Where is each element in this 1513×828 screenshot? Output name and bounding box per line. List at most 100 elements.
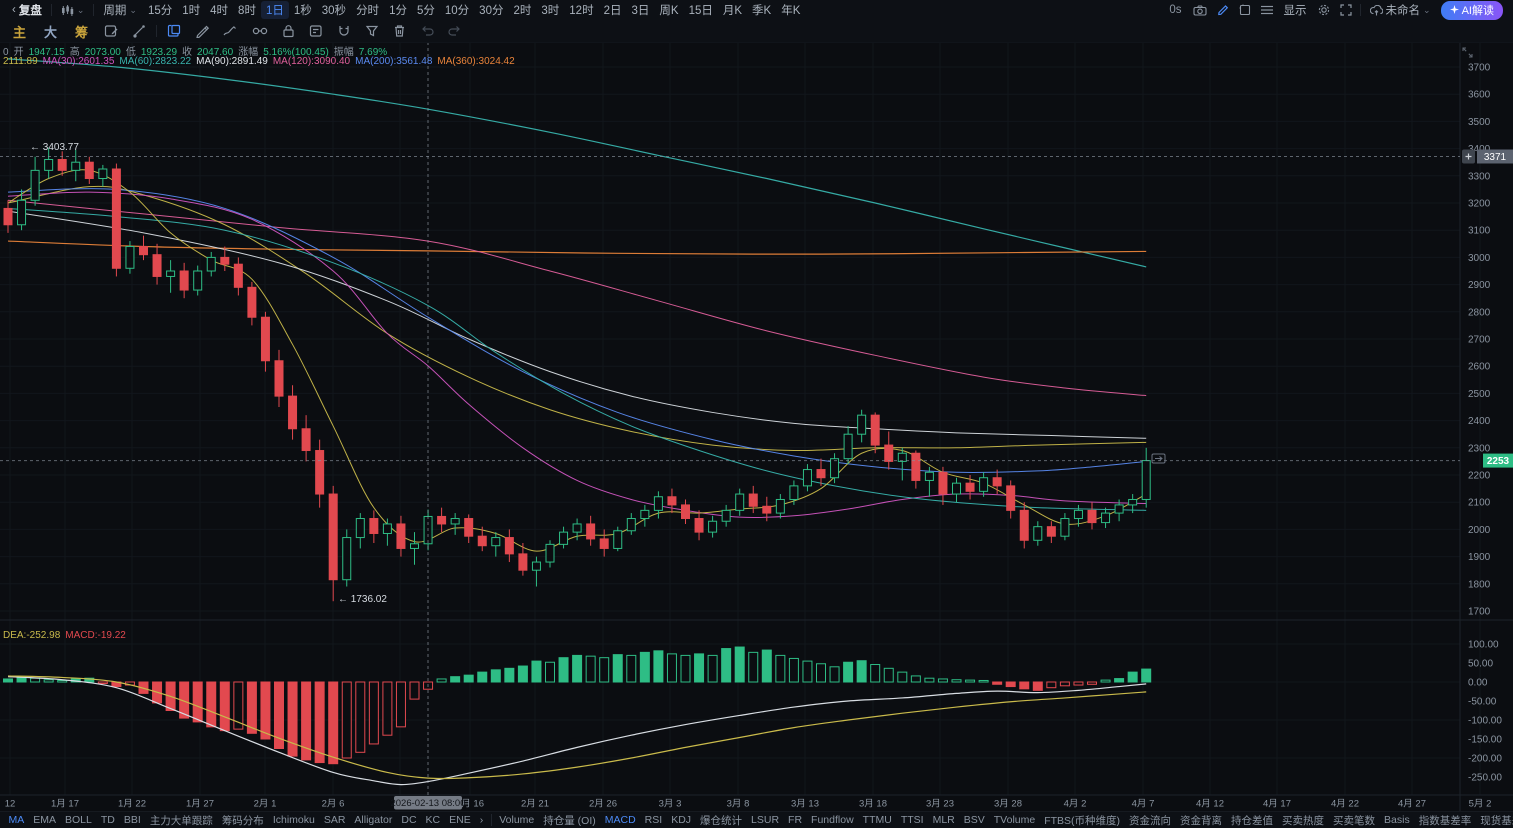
- select-tool-icon[interactable]: [160, 24, 188, 38]
- svg-text:4月 7: 4月 7: [1132, 799, 1155, 810]
- tab-现货基差率[interactable]: 现货基差率: [1476, 813, 1513, 828]
- tab-SAR[interactable]: SAR: [319, 814, 350, 826]
- tab-Fundflow[interactable]: Fundflow: [807, 814, 859, 826]
- pen-wave-icon[interactable]: [216, 24, 245, 38]
- chips-button[interactable]: 筹: [66, 22, 97, 41]
- tab-TTSI[interactable]: TTSI: [896, 814, 928, 826]
- timeframe-12时[interactable]: 12时: [564, 1, 598, 19]
- redo-icon[interactable]: [441, 25, 469, 37]
- timeframe-2日[interactable]: 2日: [599, 1, 627, 19]
- undo-icon[interactable]: [413, 25, 441, 37]
- tab-MACD[interactable]: MACD: [600, 814, 640, 826]
- compare-window-icon[interactable]: [1234, 4, 1256, 16]
- tab-Alligator[interactable]: Alligator: [350, 814, 397, 826]
- tab-EMA[interactable]: EMA: [29, 814, 61, 826]
- magnet-icon[interactable]: [330, 24, 358, 38]
- tab-TVolume[interactable]: TVolume: [989, 814, 1039, 826]
- tab-BOLL[interactable]: BOLL: [61, 814, 97, 826]
- timeframe-2时[interactable]: 2时: [508, 1, 536, 19]
- tab-资金背离[interactable]: 资金背离: [1176, 813, 1227, 828]
- timeframe-季K[interactable]: 季K: [747, 1, 776, 19]
- timeframe-8时[interactable]: 8时: [233, 1, 261, 19]
- tab-Volume[interactable]: Volume: [495, 814, 539, 826]
- tab-买卖笔数[interactable]: 买卖笔数: [1329, 813, 1380, 828]
- replay-speed[interactable]: 0s: [1163, 4, 1187, 16]
- tab-TD[interactable]: TD: [96, 814, 119, 826]
- note-edit-icon[interactable]: [302, 24, 330, 38]
- measure-icon[interactable]: [245, 24, 275, 38]
- back-chevron-icon: ‹: [12, 4, 16, 16]
- brush-icon[interactable]: [125, 24, 153, 38]
- indicator-tabbar: MA EMA BOLL TD BBI 主力大单跟踪 筹码分布 Ichimoku SAR Allig…: [0, 811, 1513, 828]
- timeframe-1秒[interactable]: 1秒: [289, 1, 317, 19]
- tab-资金流向[interactable]: 资金流向: [1125, 813, 1176, 828]
- tab-持仓差值[interactable]: 持仓差值: [1227, 813, 1278, 828]
- tab-MA[interactable]: MA: [4, 814, 29, 826]
- timeframe-分时[interactable]: 分时: [351, 1, 384, 19]
- tab-持仓量 (OI)[interactable]: 持仓量 (OI): [539, 813, 601, 828]
- list-settings-icon[interactable]: [1256, 5, 1278, 15]
- tab-RSI[interactable]: RSI: [640, 814, 667, 826]
- tab-买卖热度[interactable]: 买卖热度: [1278, 813, 1329, 828]
- tab-指数基差率[interactable]: 指数基差率: [1414, 813, 1476, 828]
- gear-icon[interactable]: [1313, 4, 1335, 16]
- tab-ENE[interactable]: ENE: [445, 814, 476, 826]
- tab-LSUR[interactable]: LSUR: [747, 814, 784, 826]
- timeframe-15日[interactable]: 15日: [684, 1, 718, 19]
- trash-icon[interactable]: [386, 24, 413, 38]
- big-chart-button[interactable]: 大: [35, 22, 66, 41]
- tab-FR[interactable]: FR: [784, 814, 807, 826]
- tab-Basis[interactable]: Basis: [1380, 814, 1415, 826]
- tab-TTMU[interactable]: TTMU: [858, 814, 896, 826]
- lock-icon[interactable]: [275, 24, 302, 38]
- timeframe-30分[interactable]: 30分: [474, 1, 508, 19]
- back-button[interactable]: ‹ 复盘: [6, 2, 48, 18]
- timeframe-1日[interactable]: 1日: [260, 1, 289, 19]
- svg-text:1月 22: 1月 22: [118, 799, 146, 810]
- tab-筹码分布[interactable]: 筹码分布: [217, 813, 268, 828]
- svg-text:2253: 2253: [1487, 456, 1510, 467]
- display-menu[interactable]: 显示: [1278, 2, 1313, 18]
- fullscreen-icon[interactable]: [1335, 4, 1357, 16]
- tab-BSV[interactable]: BSV: [959, 814, 989, 826]
- layout-name-menu[interactable]: 未命名 ⌄: [1364, 2, 1437, 18]
- timeframe-5分[interactable]: 5分: [412, 1, 440, 19]
- kline-edit-icon[interactable]: [97, 24, 125, 38]
- timeframe-3时[interactable]: 3时: [536, 1, 564, 19]
- tab-FTBS(币种维度)[interactable]: FTBS(币种维度): [1040, 813, 1125, 828]
- tab-爆仓统计[interactable]: 爆仓统计: [696, 813, 747, 828]
- svg-text:2400: 2400: [1468, 416, 1491, 427]
- ai-analyze-button[interactable]: AI解读: [1440, 0, 1503, 20]
- pane-expand-icon[interactable]: [1462, 45, 1473, 63]
- tab-BBI[interactable]: BBI: [119, 814, 145, 826]
- screenshot-camera-icon[interactable]: [1188, 4, 1212, 16]
- timeframe-30秒[interactable]: 30秒: [317, 1, 351, 19]
- low-annotation: ← 1736.02: [338, 594, 387, 605]
- tab-›[interactable]: ›: [475, 814, 488, 826]
- draw-pencil-icon[interactable]: [1212, 4, 1234, 16]
- tab-Ichimoku[interactable]: Ichimoku: [268, 814, 319, 826]
- filter-funnel-icon[interactable]: [358, 24, 386, 38]
- timeframe-4时[interactable]: 4时: [205, 1, 233, 19]
- chart-canvas[interactable]: 3700360035003400330032003100300029002800…: [0, 0, 1513, 828]
- timeframe-10分[interactable]: 10分: [440, 1, 474, 19]
- timeframe-周K[interactable]: 周K: [654, 1, 683, 19]
- tab-主力大单跟踪[interactable]: 主力大单跟踪: [145, 813, 217, 828]
- timeframe-15分[interactable]: 15分: [143, 1, 177, 19]
- tab-DC[interactable]: DC: [397, 814, 421, 826]
- tab-KC[interactable]: KC: [421, 814, 445, 826]
- main-chart-button[interactable]: 主: [4, 22, 35, 41]
- tab-MLR[interactable]: MLR: [928, 814, 959, 826]
- pencil-tool-icon[interactable]: [188, 24, 216, 38]
- trading-app-window: ‹ 复盘 ⌄ 周期 ⌄ 15分 1时 4时 8时 1日 1秒 30秒 分时 1分 5分 10分 30分…: [0, 0, 1513, 828]
- timeframe-月K[interactable]: 月K: [718, 1, 747, 19]
- timeframe-1时[interactable]: 1时: [177, 1, 205, 19]
- timeframe-3日[interactable]: 3日: [626, 1, 654, 19]
- chart-type-selector[interactable]: ⌄: [55, 4, 91, 16]
- tab-KDJ[interactable]: KDJ: [667, 814, 696, 826]
- period-dropdown[interactable]: 周期 ⌄: [97, 2, 143, 18]
- svg-text:3300: 3300: [1468, 171, 1491, 182]
- timeframe-年K[interactable]: 年K: [776, 1, 805, 19]
- svg-text:2000: 2000: [1468, 525, 1491, 536]
- timeframe-1分[interactable]: 1分: [384, 1, 412, 19]
